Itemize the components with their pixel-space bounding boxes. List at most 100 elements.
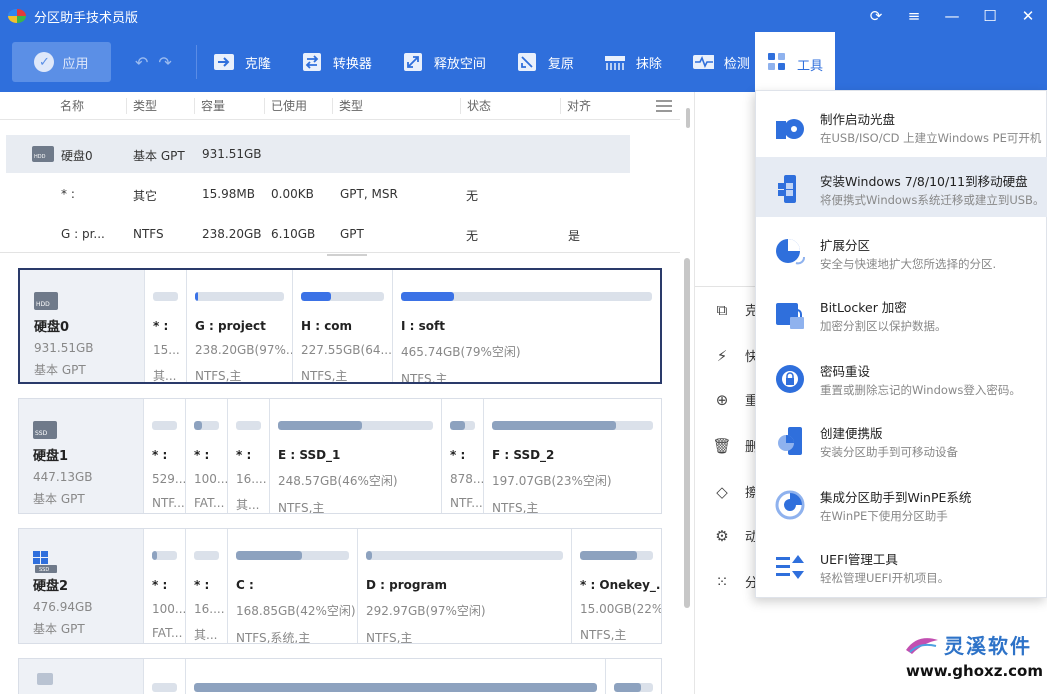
refresh-icon[interactable]: ⟳ bbox=[857, 0, 895, 32]
partition[interactable]: * : 100... FAT... bbox=[143, 529, 185, 643]
hdd-icon: HDD bbox=[34, 292, 58, 310]
partition-size: 248.57GB(46%空闲) bbox=[278, 474, 398, 488]
wipe-button[interactable]: 抹除 bbox=[604, 51, 662, 73]
partition[interactable]: G : project 238.20GB(97%... NTFS,主 bbox=[186, 270, 292, 382]
partition[interactable]: * : 16.... 其... bbox=[185, 529, 227, 643]
free-space-button[interactable]: 释放空间 bbox=[402, 51, 486, 73]
partition[interactable]: E : SSD_1 248.57GB(46%空闲) NTFS,主 bbox=[269, 399, 441, 513]
windows-ssd-icon: SSD bbox=[33, 551, 57, 573]
column-menu-icon[interactable] bbox=[656, 100, 672, 112]
table-row[interactable]: 硬盘0 基本 GPT 931.51GB bbox=[6, 135, 630, 173]
op-item[interactable]: ◇ 擦 bbox=[713, 482, 758, 502]
tool-winpe[interactable]: 集成分区助手到WinPE系统 在WinPE下使用分区助手 bbox=[756, 473, 1047, 533]
partition[interactable]: * : 878... NTF... bbox=[441, 399, 483, 513]
col-capacity[interactable]: 容量 bbox=[194, 98, 225, 114]
restore-button[interactable]: 复原 bbox=[516, 51, 574, 73]
undo-redo-icons[interactable]: ↶↷ bbox=[135, 53, 182, 72]
partition[interactable]: * : 100... FAT... bbox=[185, 399, 227, 513]
dynamic-disk-icon: ⚙ bbox=[715, 526, 729, 545]
tool-portable-version[interactable]: 创建便携版 安装分区助手到可移动设备 bbox=[756, 409, 1047, 469]
partition-size: 529... bbox=[152, 472, 185, 486]
tool-bitlocker[interactable]: BitLocker 加密 加密分割区以保护数据。 bbox=[756, 283, 1047, 343]
disk-card-2[interactable]: SSD 硬盘2 476.94GB 基本 GPT * : 100... FAT..… bbox=[18, 528, 662, 644]
partition[interactable]: * : Onekey_... 15.00GB(22%... NTFS,主 bbox=[571, 529, 661, 643]
rebuild-icon: ⊕ bbox=[715, 390, 729, 409]
partition[interactable] bbox=[185, 659, 605, 694]
check-button[interactable]: 检测 bbox=[692, 51, 750, 73]
table-scrollbar[interactable] bbox=[686, 108, 690, 128]
col-align[interactable]: 对齐 bbox=[560, 98, 591, 114]
partition[interactable]: C : 168.85GB(42%空闲) NTFS,系统,主 bbox=[227, 529, 357, 643]
partition[interactable]: * : 16.... 其... bbox=[227, 399, 269, 513]
app-title: 分区助手技术员版 bbox=[34, 10, 139, 26]
clone-button[interactable]: 克隆 bbox=[213, 51, 271, 73]
minimize-icon[interactable]: — bbox=[933, 0, 971, 32]
row-used: 0.00KB bbox=[271, 187, 314, 201]
tool-windows-to-go[interactable]: 安装Windows 7/8/10/11到移动硬盘 将便携式Windows系统迁移… bbox=[756, 157, 1047, 217]
col-name[interactable]: 名称 bbox=[54, 98, 84, 114]
partition-label: E : SSD_1 bbox=[278, 448, 341, 462]
tool-title: 制作启动光盘 bbox=[820, 112, 896, 127]
op-item[interactable]: 🗑 删 bbox=[712, 436, 758, 456]
diskmap-scrollbar[interactable] bbox=[684, 258, 690, 608]
tab-tools[interactable]: 工具 bbox=[755, 32, 835, 92]
row-type: NTFS bbox=[133, 227, 164, 241]
partition[interactable]: * : 529... NTF... bbox=[143, 399, 185, 513]
tool-extend-partition[interactable]: 扩展分区 安全与快速地扩大您所选择的分区. bbox=[756, 221, 1047, 281]
table-row[interactable]: * : 其它 15.98MB 0.00KB GPT, MSR 无 bbox=[6, 175, 630, 213]
watermark-brand: 灵溪软件 bbox=[944, 634, 1032, 658]
partition[interactable] bbox=[143, 659, 185, 694]
op-item[interactable]: ⁙ 分 bbox=[713, 572, 758, 592]
top-bar: 分区助手技术员版 ⟳ ≡ — ☐ ✕ ✓ 应用 ↶↷ 克隆 转换器 释放空间 复… bbox=[0, 0, 1047, 92]
partition-label: * : bbox=[236, 448, 252, 462]
row-fs: GPT, MSR bbox=[340, 187, 398, 201]
disk-card-3[interactable] bbox=[18, 658, 662, 694]
usage-bar bbox=[236, 421, 261, 430]
partition[interactable]: I : soft 465.74GB(79%空闲) NTFS,主 bbox=[392, 270, 660, 382]
usage-bar bbox=[152, 421, 177, 430]
disk-size: 476.94GB bbox=[33, 600, 93, 614]
row-capacity: 238.20GB bbox=[202, 227, 262, 241]
disk-card-0[interactable]: HDD 硬盘0 931.51GB 基本 GPT * : 15... 其... G… bbox=[18, 268, 662, 384]
table-row[interactable]: G : pr... NTFS 238.20GB 6.10GB GPT 无 是 bbox=[6, 215, 630, 253]
tool-title: 创建便携版 bbox=[820, 426, 883, 441]
toolbar: ✓ 应用 ↶↷ 克隆 转换器 释放空间 复原 抹除 检测 bbox=[0, 32, 1047, 92]
partition-size: 197.07GB(23%空闲) bbox=[492, 474, 612, 488]
partition[interactable]: F : SSD_2 197.07GB(23%空闲) NTFS,主 bbox=[483, 399, 661, 513]
tool-uefi-manager[interactable]: UEFI管理工具 轻松管理UEFI开机项目。 bbox=[756, 535, 1047, 595]
row-capacity: 931.51GB bbox=[202, 147, 262, 161]
disk-info bbox=[19, 659, 143, 694]
disk-name: 硬盘2 bbox=[33, 579, 69, 594]
usage-bar bbox=[194, 683, 597, 692]
clone-partition-icon: ⧉ bbox=[716, 300, 728, 319]
col-type[interactable]: 类型 bbox=[126, 98, 157, 114]
tool-bootable-media[interactable]: 制作启动光盘 在USB/ISO/CD 上建立Windows PE可开机 bbox=[756, 95, 1047, 155]
partition-fs: 其... bbox=[236, 498, 260, 512]
col-used[interactable]: 已使用 bbox=[264, 98, 307, 114]
disk-card-1[interactable]: SSD 硬盘1 447.13GB 基本 GPT * : 529... NTF..… bbox=[18, 398, 662, 514]
usage-bar bbox=[194, 421, 219, 430]
check-icon: ✓ bbox=[34, 52, 55, 72]
bitlocker-icon bbox=[776, 303, 804, 329]
col-status[interactable]: 状态 bbox=[460, 98, 491, 114]
row-type: 其它 bbox=[133, 189, 158, 203]
partition[interactable]: * : 15... 其... bbox=[144, 270, 186, 382]
op-item[interactable]: ⚡ 快 bbox=[713, 346, 758, 366]
tool-password-reset[interactable]: 密码重设 重置或删除忘记的Windows登入密码。 bbox=[756, 347, 1047, 407]
partition[interactable]: H : com 227.55GB(64... NTFS,主 bbox=[292, 270, 392, 382]
watermark-logo: 灵溪软件 www.ghoxz.com bbox=[900, 628, 1043, 688]
op-item[interactable]: ⧉ 克 bbox=[713, 300, 758, 320]
apply-button[interactable]: ✓ 应用 bbox=[12, 42, 111, 82]
maximize-icon[interactable]: ☐ bbox=[971, 0, 1009, 32]
op-item[interactable]: ⊕ 重 bbox=[713, 390, 758, 410]
partition-label: G : project bbox=[195, 319, 266, 333]
convert-button[interactable]: 转换器 bbox=[301, 51, 372, 73]
partition[interactable]: D : program 292.97GB(97%空闲) NTFS,主 bbox=[357, 529, 571, 643]
disk-name: 硬盘0 bbox=[34, 320, 70, 335]
menu-icon[interactable]: ≡ bbox=[895, 0, 933, 32]
partition[interactable] bbox=[605, 659, 661, 694]
op-item[interactable]: ⚙ 动 bbox=[713, 526, 758, 546]
close-icon[interactable]: ✕ bbox=[1009, 0, 1047, 32]
col-fs-type[interactable]: 类型 bbox=[332, 98, 363, 114]
wipe-label: 抹除 bbox=[635, 56, 662, 72]
